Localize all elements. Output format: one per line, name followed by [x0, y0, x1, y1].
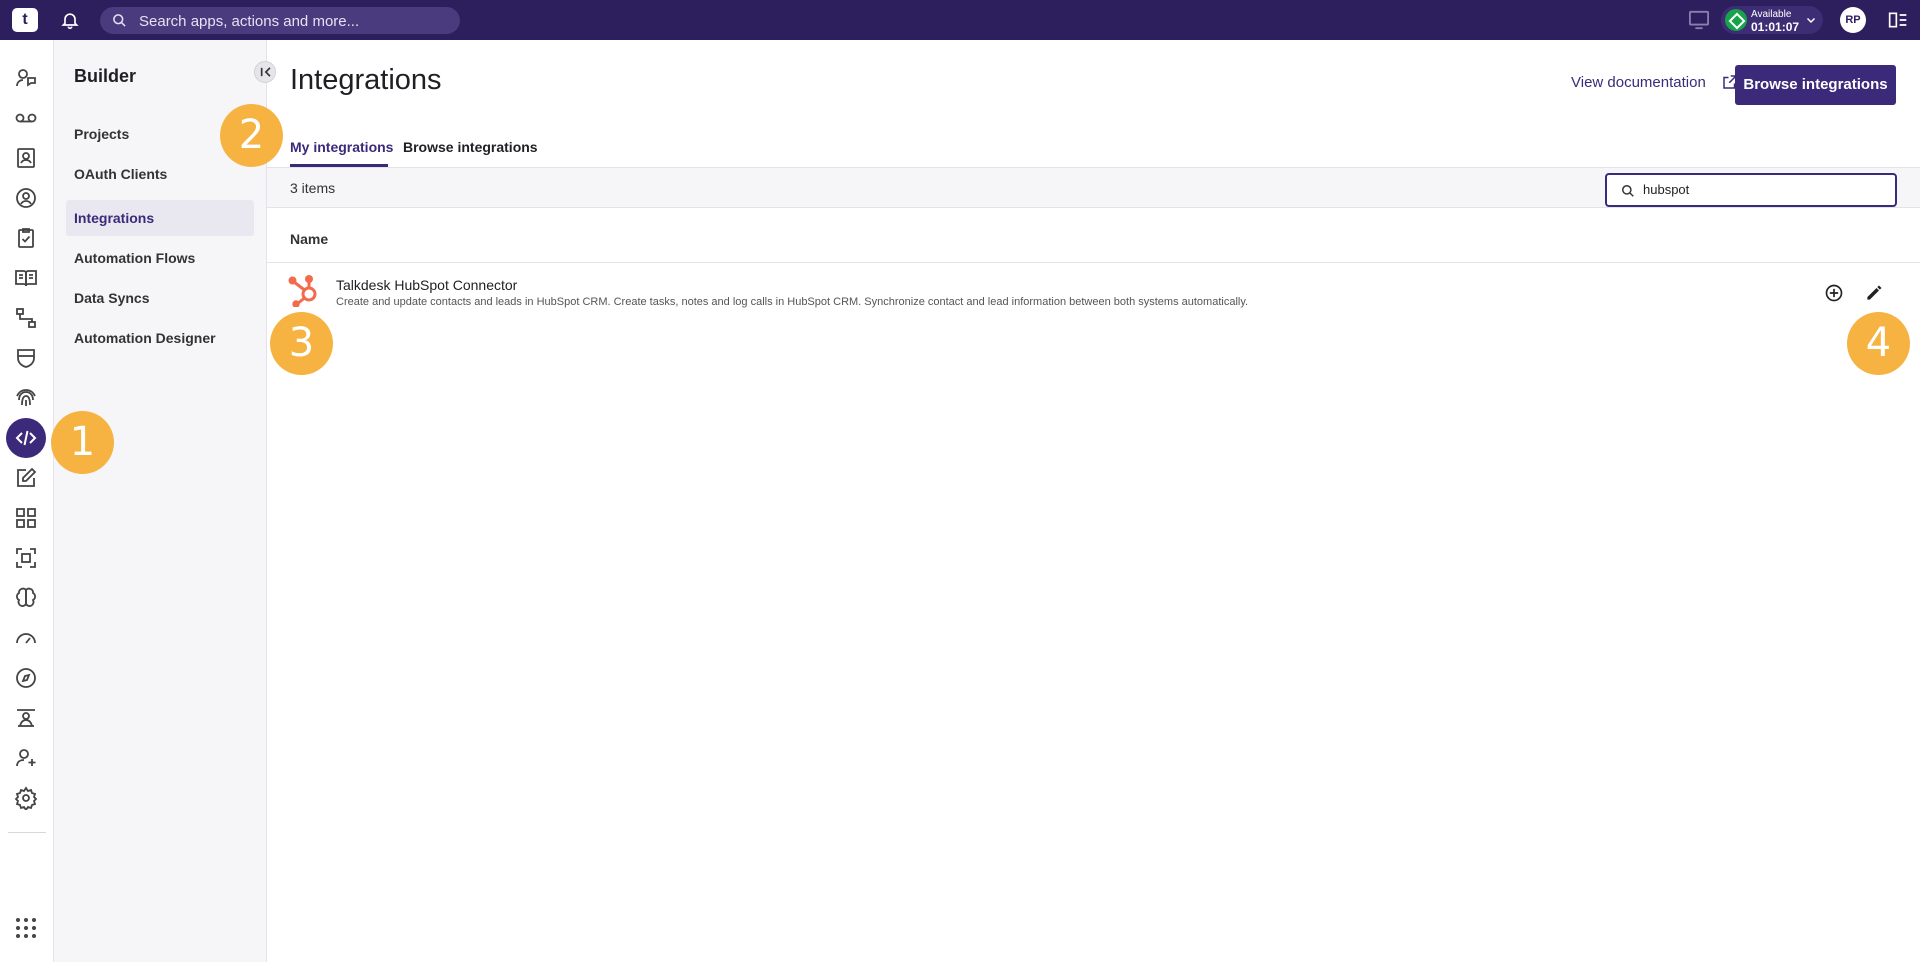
workflow-icon[interactable] — [14, 306, 38, 330]
sidebar-item-integrations[interactable]: Integrations — [66, 200, 254, 236]
trainer-icon[interactable] — [14, 706, 38, 730]
callout-marker: 4 — [1847, 312, 1910, 375]
page-title: Integrations — [290, 64, 442, 96]
status-label: Available — [1751, 9, 1792, 20]
chevron-down-icon — [1806, 17, 1816, 24]
integrations-search[interactable] — [1605, 173, 1897, 207]
code-icon[interactable] — [14, 426, 38, 450]
notifications-bell-icon[interactable] — [60, 10, 80, 30]
clipboard-icon[interactable] — [14, 226, 38, 250]
view-documentation-link[interactable]: View documentation — [1571, 74, 1737, 91]
tab-browse-integrations[interactable]: Browse integrations — [403, 139, 538, 155]
hubspot-logo-icon — [288, 275, 317, 307]
integration-name[interactable]: Talkdesk HubSpot Connector — [336, 277, 517, 293]
main-content: Integrations View documentation Browse i… — [267, 40, 1920, 962]
avatar[interactable]: RP — [1840, 7, 1866, 33]
rail-divider — [8, 832, 46, 833]
search-icon — [1622, 185, 1634, 197]
fingerprint-icon[interactable] — [14, 386, 38, 410]
ai-brain-icon[interactable] — [14, 586, 38, 610]
sidebar-item-data-syncs[interactable]: Data Syncs — [66, 280, 254, 316]
column-header-name[interactable]: Name — [290, 231, 328, 247]
status-timer: 01:01:07 — [1751, 20, 1800, 34]
search-icon — [113, 14, 126, 27]
sidebar-item-automation-designer[interactable]: Automation Designer — [66, 320, 254, 356]
builder-sidebar: Builder Projects OAuth Clients Integrati… — [54, 40, 276, 962]
global-search-placeholder: Search apps, actions and more... — [139, 13, 360, 30]
screen-share-icon[interactable] — [1688, 10, 1710, 30]
settings-icon[interactable] — [14, 786, 38, 810]
items-count: 3 items — [290, 180, 336, 196]
sidebar-item-automation-flows[interactable]: Automation Flows — [66, 240, 254, 276]
list-toolbar: 3 items — [267, 168, 1920, 208]
status-available-icon — [1725, 9, 1747, 31]
voicemail-icon[interactable] — [14, 106, 38, 130]
callout-marker: 1 — [51, 411, 114, 474]
global-search[interactable]: Search apps, actions and more... — [100, 7, 460, 34]
side-panel-icon[interactable] — [1888, 11, 1908, 29]
integration-description: Create and update contacts and leads in … — [336, 296, 1249, 308]
edit-pencil-icon[interactable] — [1864, 283, 1884, 303]
tab-my-integrations[interactable]: My integrations — [290, 139, 393, 155]
team-icon[interactable] — [14, 186, 38, 210]
agent-status-selector[interactable]: Available 01:01:07 — [1721, 6, 1823, 34]
edit-icon[interactable] — [14, 466, 38, 490]
talkdesk-logo[interactable]: t — [12, 8, 38, 32]
sidebar-title: Builder — [74, 66, 137, 86]
screen-capture-icon[interactable] — [14, 546, 38, 570]
table-row[interactable]: Talkdesk HubSpot Connector Create and up… — [267, 263, 1920, 323]
app-launcher-icon[interactable] — [14, 916, 38, 940]
chat-agent-icon[interactable] — [14, 66, 38, 90]
add-circle-icon[interactable] — [1824, 283, 1844, 303]
callout-marker: 2 — [220, 104, 283, 167]
compass-icon[interactable] — [14, 666, 38, 690]
integrations-search-input[interactable] — [1643, 182, 1883, 197]
contacts-icon[interactable] — [14, 146, 38, 170]
top-bar: t Search apps, actions and more... Avail… — [0, 0, 1920, 40]
knowledge-book-icon[interactable] — [14, 266, 38, 290]
shield-icon[interactable] — [14, 346, 38, 370]
view-documentation-label: View documentation — [1571, 74, 1706, 91]
app-rail — [0, 40, 54, 962]
user-add-icon[interactable] — [14, 746, 38, 770]
dashboard-grid-icon[interactable] — [14, 506, 38, 530]
sidebar-item-oauth-clients[interactable]: OAuth Clients — [66, 156, 254, 192]
speedometer-icon[interactable] — [14, 626, 38, 650]
browse-integrations-button[interactable]: Browse integrations — [1735, 65, 1896, 105]
callout-marker: 3 — [270, 312, 333, 375]
